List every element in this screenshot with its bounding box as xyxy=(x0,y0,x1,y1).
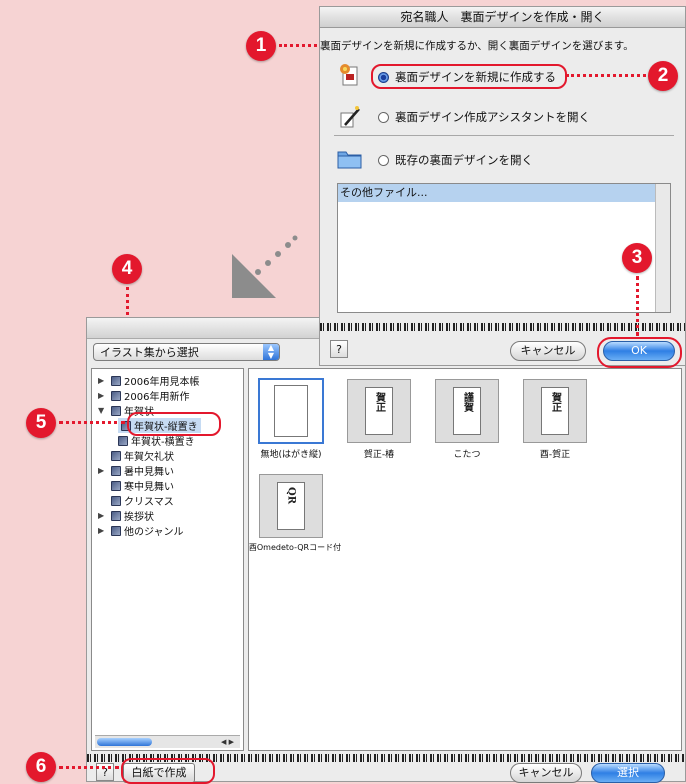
thumbnail-label: 賀正-椿 xyxy=(363,450,395,460)
divider xyxy=(334,135,674,136)
thumbnail[interactable]: 謹賀 xyxy=(435,379,499,443)
callout-4: 4 xyxy=(112,254,142,284)
postcard-art: 賀正 xyxy=(373,392,385,412)
tree-item-label: 暑中見舞い xyxy=(124,467,174,478)
cancel-button[interactable]: キャンセル xyxy=(510,763,582,783)
disclosure-triangle-icon[interactable]: ▶ xyxy=(98,376,108,385)
callout-6: 6 xyxy=(26,752,56,782)
transition-arrow xyxy=(232,235,298,298)
folder-book-icon xyxy=(111,465,121,476)
scroll-thumb[interactable] xyxy=(97,738,152,746)
radio-unselected-icon[interactable] xyxy=(378,154,389,166)
option-open-existing-label: 既存の裏面デザインを開く xyxy=(395,153,533,167)
dialog-title[interactable]: 宛名職人 裏面デザインを作成・開く xyxy=(320,7,685,28)
postcard-preview xyxy=(274,385,308,437)
tree-item[interactable]: ▶ 2006年用見本帳 xyxy=(98,373,199,388)
disclosure-triangle-icon[interactable]: ▼ xyxy=(98,406,108,415)
callout-2: 2 xyxy=(648,61,678,91)
callout-5: 5 xyxy=(26,408,56,438)
new-design-icon xyxy=(337,63,361,87)
thumbnail-label: こたつ xyxy=(453,450,481,460)
highlight-blank-button xyxy=(121,758,215,784)
tree-item-label: 他のジャンル xyxy=(124,527,184,538)
disclosure-triangle-icon[interactable]: ▶ xyxy=(98,466,108,475)
callout-3-leader xyxy=(636,276,639,336)
source-popup-label: イラスト集から選択 xyxy=(100,346,199,359)
folder-book-icon xyxy=(111,510,121,521)
tree-item-label: 2006年用見本帳 xyxy=(124,377,200,388)
help-button[interactable]: ? xyxy=(330,340,348,358)
highlight-tree-item xyxy=(127,412,221,436)
thumbnail-label: 酉-賀正 xyxy=(539,450,571,460)
postcard-preview: 賀正 xyxy=(365,387,393,435)
callout-2-leader xyxy=(566,74,646,77)
postcard-art: 謹賀 xyxy=(461,392,473,412)
postcard-preview: QR xyxy=(277,482,305,530)
tree-horizontal-scrollbar[interactable]: ◀ ▶ xyxy=(95,735,240,748)
source-popup[interactable]: イラスト集から選択 ▲ ▼ xyxy=(93,343,280,361)
folder-book-icon xyxy=(111,525,121,536)
callout-6-leader xyxy=(59,766,119,769)
callout-3: 3 xyxy=(622,243,652,273)
folder-book-icon xyxy=(111,495,121,506)
assistant-wand-icon xyxy=(337,105,361,129)
thumbnail[interactable]: QR xyxy=(259,474,323,538)
file-list-scrollbar[interactable] xyxy=(655,184,670,312)
tree-item-label: 寒中見舞い xyxy=(124,482,174,493)
callout-5-leader xyxy=(59,421,125,424)
instruction-text: 裏面デザインを新規に作成するか、開く裏面デザインを選びます。 xyxy=(320,40,634,52)
tree-item[interactable]: 寒中見舞い xyxy=(98,478,174,493)
tree-item-label: クリスマス xyxy=(124,497,174,508)
thumbnail[interactable] xyxy=(259,379,323,443)
postcard-art: QR xyxy=(285,487,297,505)
postcard-art: 賀正 xyxy=(549,392,561,412)
disclosure-triangle-icon[interactable]: ▶ xyxy=(98,526,108,535)
tree-item-label: 2006年用新作 xyxy=(124,392,190,403)
callout-4-leader xyxy=(126,287,129,315)
folder-book-icon xyxy=(118,435,128,446)
folder-book-icon xyxy=(111,480,121,491)
highlight-ok xyxy=(597,337,682,368)
folder-book-icon xyxy=(111,390,121,401)
option-assistant[interactable]: 裏面デザイン作成アシスタントを開く xyxy=(378,109,590,125)
tree-item-label: 年賀欠礼状 xyxy=(124,452,174,463)
folder-book-icon xyxy=(111,375,121,386)
thumbnail-grid[interactable]: 無地(はがき縦) 賀正賀正-椿 謹賀こたつ 賀正酉-賀正 QR 酉Omedeto-QRコー… xyxy=(248,368,682,751)
tree-item-label: 挨拶状 xyxy=(124,512,154,523)
tree-item[interactable]: クリスマス xyxy=(98,493,174,508)
cancel-button[interactable]: キャンセル xyxy=(510,341,586,361)
pinstripe-divider xyxy=(320,323,685,331)
disclosure-triangle-icon[interactable]: ▶ xyxy=(98,391,108,400)
callout-1: 1 xyxy=(246,31,276,61)
thumbnail-label: 酉Omedeto-QRコード付 xyxy=(248,543,342,552)
tree-item[interactable]: 年賀欠礼状 xyxy=(98,448,174,463)
scroll-arrows-icon[interactable]: ◀ ▶ xyxy=(221,736,234,748)
select-button[interactable]: 選択 xyxy=(591,763,665,783)
tree-item[interactable]: ▶ 2006年用新作 xyxy=(98,388,189,403)
popup-arrows-icon: ▲ ▼ xyxy=(263,344,279,360)
thumbnail[interactable]: 賀正 xyxy=(523,379,587,443)
highlight-new-design xyxy=(371,64,567,89)
tree-item[interactable]: ▶ 他のジャンル xyxy=(98,523,184,538)
file-list-item[interactable]: その他ファイル... xyxy=(338,184,655,202)
thumbnail-label: 無地(はがき縦) xyxy=(260,450,322,460)
option-open-existing[interactable]: 既存の裏面デザインを開く xyxy=(378,152,533,168)
illustration-picker-dialog: イラスト集から選択 ▲ ▼ ▶ 2006年用見本帳 ▶ 2006年用新作 ▼ 年賀状 年賀状-… xyxy=(86,317,686,783)
option-assistant-label: 裏面デザイン作成アシスタントを開く xyxy=(395,110,591,124)
folder-book-icon xyxy=(111,405,121,416)
callout-1-leader xyxy=(279,44,317,47)
thumbnail[interactable]: 賀正 xyxy=(347,379,411,443)
folder-icon xyxy=(337,147,362,171)
design-create-open-dialog: 宛名職人 裏面デザインを作成・開く 裏面デザインを新規に作成するか、開く裏面デザ… xyxy=(319,6,686,366)
tree-item[interactable]: ▶ 挨拶状 xyxy=(98,508,154,523)
folder-book-icon xyxy=(111,450,121,461)
postcard-preview: 謹賀 xyxy=(453,387,481,435)
file-list[interactable]: その他ファイル... xyxy=(337,183,671,313)
radio-unselected-icon[interactable] xyxy=(378,111,389,123)
tree-item[interactable]: ▶ 暑中見舞い xyxy=(98,463,174,478)
postcard-preview: 賀正 xyxy=(541,387,569,435)
disclosure-triangle-icon[interactable]: ▶ xyxy=(98,511,108,520)
